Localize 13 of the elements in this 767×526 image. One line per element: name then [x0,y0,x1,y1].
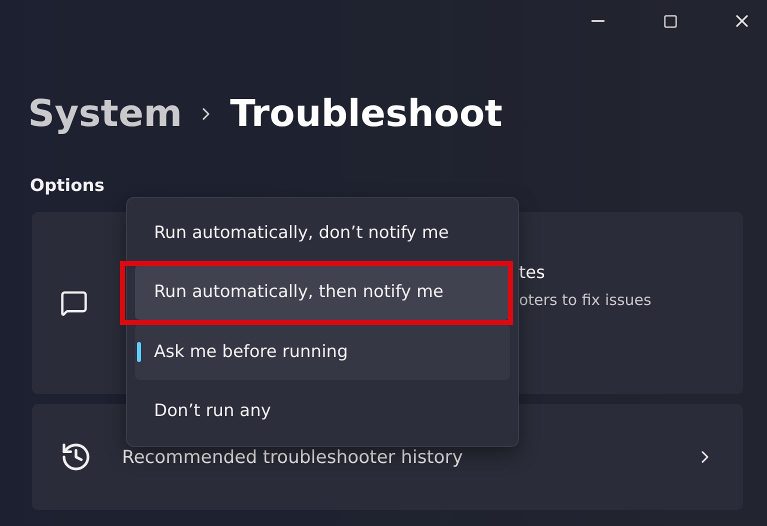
menu-item[interactable]: Run automatically, then notify me [135,264,510,320]
maximize-icon[interactable] [662,14,678,28]
page-title: Troubleshoot [230,92,502,135]
setting-description: oters to fix issues [519,291,652,309]
selection-indicator [137,342,141,362]
menu-item[interactable]: Run automatically, don’t notify me [135,205,510,260]
message-icon [60,289,88,317]
setting-title: tes [519,263,546,283]
section-title: Options [29,175,106,196]
history-label: Recommended troubleshooter history [121,446,464,468]
menu-item[interactable]: Ask me before running [135,324,510,380]
breadcrumb-parent[interactable]: System [28,92,182,135]
history-icon [60,441,92,473]
